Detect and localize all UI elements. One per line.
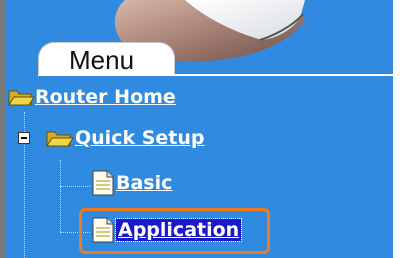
selection-highlight-outline [79,208,270,254]
menu-title: Menu [69,45,135,75]
tree-item-router-home[interactable]: Router Home [7,84,176,110]
tree-item-label: Quick Setup [75,127,205,149]
tree-connector [60,186,90,187]
collapse-toggle-icon[interactable] [18,132,30,144]
menu-underline [38,74,393,76]
tree-item-label: Router Home [35,86,176,108]
open-folder-icon [7,86,35,108]
tree-item-quick-setup[interactable]: Quick Setup [45,124,204,152]
right-edge [393,0,401,258]
tree-item-basic[interactable]: Basic [90,168,172,198]
tree-connector [60,160,61,232]
menu-frame: Menu Router Home Quick Setup Basic Appli… [0,0,401,258]
menu-title-tab: Menu [38,42,175,76]
tree-item-label: Basic [116,172,173,194]
document-icon [90,169,116,197]
open-folder-icon [45,127,75,149]
